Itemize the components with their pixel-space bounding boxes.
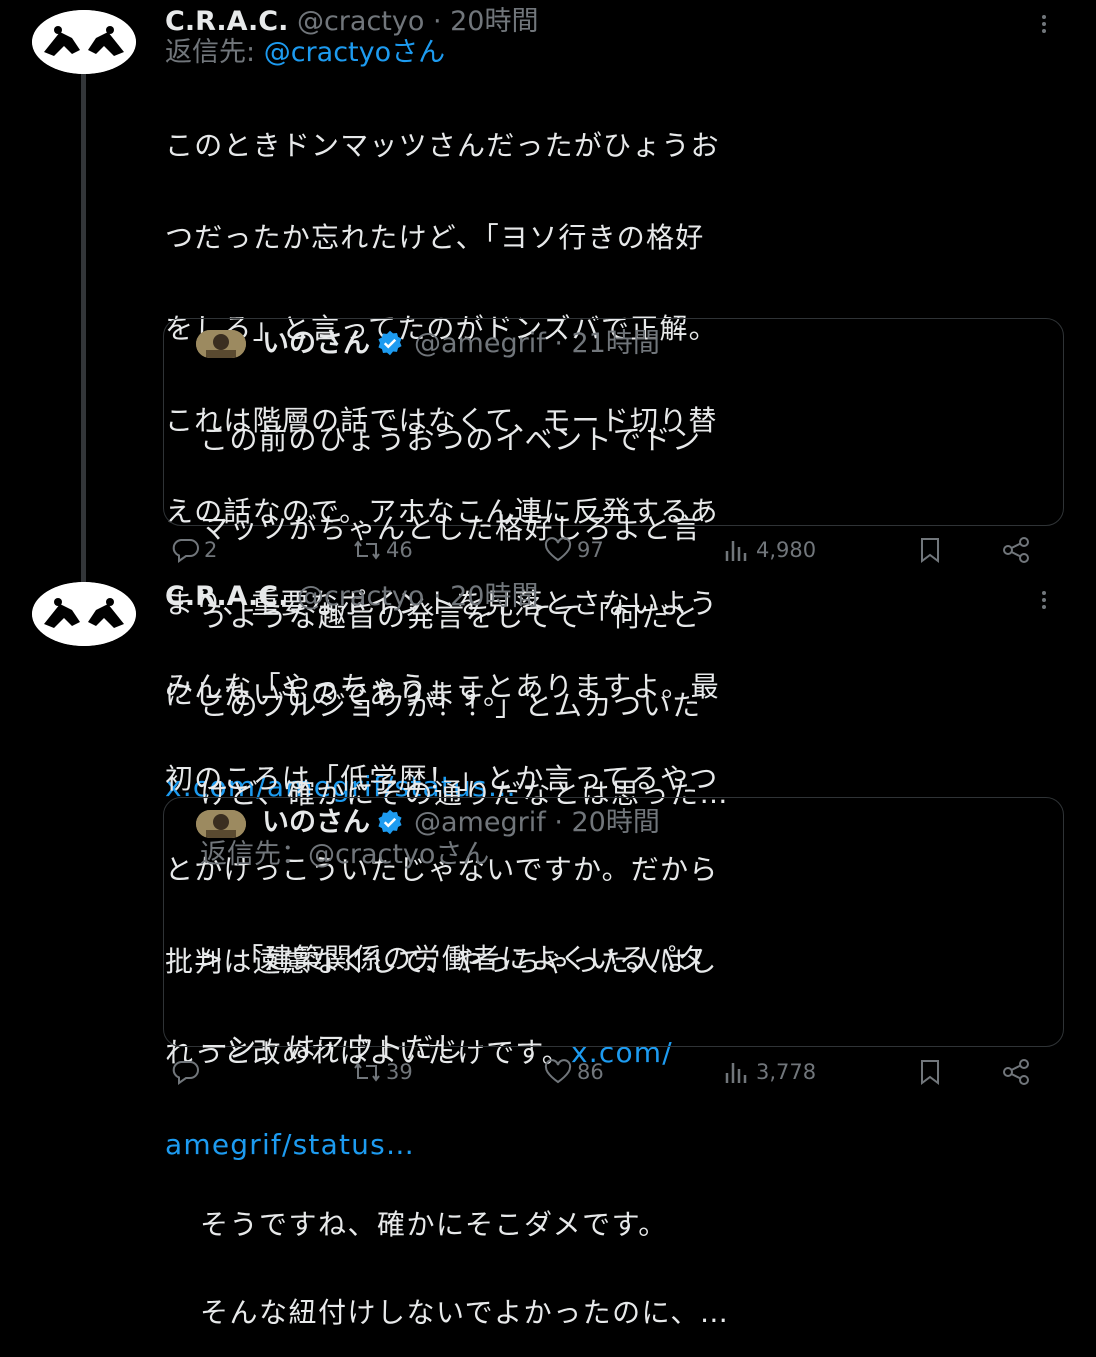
- reply-button[interactable]: 2: [170, 537, 217, 563]
- share-icon: [1003, 1059, 1029, 1085]
- verified-badge-icon: [376, 808, 404, 836]
- repost-count: 46: [386, 538, 413, 562]
- bookmark-button[interactable]: [915, 1059, 945, 1085]
- text-line: この前のひょうおつのイベントでドン: [200, 423, 702, 456]
- reply-icon: [172, 539, 199, 563]
- text-line: つだったか忘れたけど、「ヨソ行きの格好: [165, 220, 705, 254]
- quote-author-name: いのさん: [262, 807, 370, 838]
- text-line: そうですね、確かにそこダメです。: [200, 1207, 668, 1241]
- quote-header: いのさん @amegrif · 20時間: [262, 807, 660, 839]
- heart-icon: [544, 1059, 572, 1084]
- view-count: 4,980: [756, 538, 817, 562]
- reply-count: 2: [204, 538, 218, 562]
- repost-icon: [354, 540, 380, 560]
- views-button[interactable]: 4,980: [722, 537, 816, 563]
- repost-count: 39: [386, 1060, 413, 1084]
- quote-text: > 「建築関係の労働者によくいるパタ ーン」はアウトだし そうですね、確かにそこ…: [200, 885, 729, 1357]
- tweet-header: C.R.A.C. @cractyo · 20時間: [165, 581, 539, 613]
- like-button[interactable]: 97: [543, 537, 604, 563]
- action-bar: 39 86 3,778: [165, 1059, 1045, 1089]
- bookmark-icon: [921, 1060, 939, 1085]
- share-icon: [1003, 537, 1029, 563]
- text-line: みんな「やっちゃう」ことありますよ。最: [165, 670, 720, 703]
- share-button[interactable]: [1001, 1059, 1031, 1085]
- repost-button[interactable]: 46: [352, 537, 413, 563]
- text-line: [200, 1121, 729, 1151]
- quote-avatar[interactable]: [196, 330, 246, 358]
- views-chart-icon: [725, 541, 747, 561]
- timestamp[interactable]: · 20時間: [433, 6, 539, 37]
- quote-timestamp: · 20時間: [554, 807, 660, 838]
- repost-icon: [354, 1062, 380, 1082]
- quote-timestamp: · 21時間: [554, 328, 660, 359]
- reply-button[interactable]: [170, 1059, 204, 1085]
- avatar[interactable]: [32, 10, 136, 74]
- quote-header: いのさん @amegrif · 21時間: [262, 328, 660, 360]
- author-handle[interactable]: @cractyo: [297, 6, 424, 37]
- reply-prefix: 返信先:: [165, 37, 256, 68]
- reply-context: 返信先: @cractyoさん: [165, 37, 445, 69]
- timestamp[interactable]: · 20時間: [433, 581, 539, 612]
- text-line: 初のころは「低学歴！」とか言ってるやつ: [165, 761, 719, 795]
- more-options-icon[interactable]: [1034, 590, 1054, 610]
- bookmark-icon: [921, 538, 939, 563]
- reply-handle-link[interactable]: @cractyoさん: [264, 37, 445, 68]
- bookmark-button[interactable]: [915, 537, 945, 563]
- text-line: このときドンマッツさんだったがひょうお: [165, 129, 720, 162]
- tweet-header: C.R.A.C. @cractyo · 20時間: [165, 6, 539, 38]
- more-options-icon[interactable]: [1034, 14, 1054, 34]
- view-count: 3,778: [756, 1060, 817, 1084]
- avatar[interactable]: [32, 582, 136, 646]
- reply-icon: [172, 1061, 199, 1085]
- action-bar: 2 46 97 4,980: [165, 537, 1045, 567]
- like-count: 97: [577, 538, 604, 562]
- author-name[interactable]: C.R.A.C.: [165, 6, 288, 37]
- quote-avatar[interactable]: [196, 810, 246, 838]
- views-chart-icon: [725, 1063, 747, 1083]
- repost-button[interactable]: 39: [352, 1059, 413, 1085]
- heart-icon: [544, 537, 572, 562]
- quote-handle: @amegrif: [414, 807, 546, 838]
- like-button[interactable]: 86: [543, 1059, 604, 1085]
- like-count: 86: [577, 1060, 604, 1084]
- author-name[interactable]: C.R.A.C.: [165, 581, 288, 612]
- views-button[interactable]: 3,778: [722, 1059, 816, 1085]
- text-line: そんな紐付けしないでよかったのに、…: [200, 1296, 730, 1329]
- author-handle[interactable]: @cractyo: [297, 581, 424, 612]
- crac-logo-icon: [32, 10, 136, 74]
- quote-author-name: いのさん: [262, 328, 370, 359]
- share-button[interactable]: [1001, 537, 1031, 563]
- quote-handle: @amegrif: [414, 328, 546, 359]
- text-line: ーン」はアウトだし: [200, 1030, 465, 1064]
- crac-logo-icon: [32, 582, 136, 646]
- thread-connector-line: [81, 67, 86, 585]
- verified-badge-icon: [376, 329, 404, 357]
- text-line: > 「建築関係の労働者によくいるパタ: [200, 942, 708, 975]
- quote-reply-context: 返信先：@cractyoさん: [200, 839, 490, 870]
